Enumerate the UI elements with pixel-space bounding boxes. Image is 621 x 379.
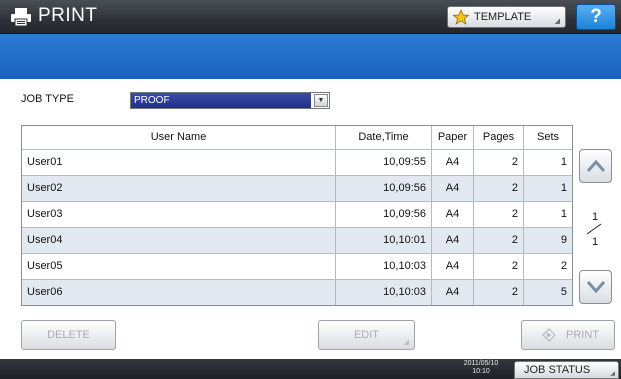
sets-cell: 1 xyxy=(523,202,572,227)
pages-cell: 2 xyxy=(473,280,523,305)
sets-cell: 2 xyxy=(523,254,572,279)
pages-cell: 2 xyxy=(473,202,523,227)
job-type-label: JOB TYPE xyxy=(21,93,74,105)
date-time-cell: 10,10:03 xyxy=(335,254,431,279)
status-time: 10:10 xyxy=(472,368,490,375)
scroll-down-button[interactable] xyxy=(579,270,612,304)
chevron-down-icon xyxy=(586,281,606,294)
job-type-select[interactable]: PROOF ▼ xyxy=(130,92,330,109)
column-header-paper: Paper xyxy=(431,126,473,149)
table-row[interactable]: User04 10,10:01 A4 2 9 xyxy=(22,227,572,253)
paper-cell: A4 xyxy=(431,228,473,253)
user-name-cell: User04 xyxy=(27,234,63,246)
date-time-cell: 10,10:01 xyxy=(335,228,431,253)
job-status-label: JOB STATUS xyxy=(524,364,591,376)
paper-cell: A4 xyxy=(431,280,473,305)
column-header-sets: Sets xyxy=(523,126,572,149)
status-date: 2011/05/10 xyxy=(463,360,499,367)
page-divider xyxy=(586,223,602,235)
pages-cell: 2 xyxy=(473,254,523,279)
column-header-pages: Pages xyxy=(473,126,523,149)
edit-label: EDIT xyxy=(353,329,380,341)
job-status-button[interactable]: JOB STATUS ◢ xyxy=(514,361,619,379)
paper-cell: A4 xyxy=(431,176,473,201)
paper-cell: A4 xyxy=(431,254,473,279)
date-time-cell: 10,09:56 xyxy=(335,202,431,227)
corner-arrow-icon: ◢ xyxy=(610,371,615,377)
paper-cell: A4 xyxy=(431,202,473,227)
scroll-up-button[interactable] xyxy=(579,149,612,183)
page-total: 1 xyxy=(592,236,599,248)
column-header-date-time: Date,Time xyxy=(335,126,431,149)
user-name-cell: User02 xyxy=(27,182,63,194)
table-row[interactable]: User05 10,10:03 A4 2 2 xyxy=(22,253,572,279)
pages-cell: 2 xyxy=(473,150,523,175)
pages-cell: 2 xyxy=(473,176,523,201)
table-row[interactable]: User06 10,10:03 A4 2 5 xyxy=(22,279,572,305)
date-time-cell: 10,10:03 xyxy=(335,280,431,305)
diamond-arrow-icon xyxy=(542,328,556,342)
star-icon xyxy=(452,9,470,25)
user-name-cell: User05 xyxy=(27,260,63,272)
message-area xyxy=(0,34,621,79)
table-row[interactable]: User02 10,09:56 A4 2 1 xyxy=(22,175,572,201)
print-button[interactable]: PRINT xyxy=(521,320,615,350)
pages-cell: 2 xyxy=(473,228,523,253)
table-row[interactable]: User01 10,09:55 A4 2 1 xyxy=(22,149,572,175)
user-name-cell: User01 xyxy=(27,156,63,168)
table-row[interactable]: User03 10,09:56 A4 2 1 xyxy=(22,201,572,227)
edit-button[interactable]: EDIT ◢ xyxy=(318,320,415,350)
sets-cell: 1 xyxy=(523,176,572,201)
table-header: User Name Date,Time Paper Pages Sets xyxy=(22,126,572,149)
column-header-user-name: User Name xyxy=(150,131,207,143)
title-bar: PRINT TEMPLATE ◢ ? xyxy=(0,0,621,34)
user-name-cell: User06 xyxy=(27,286,63,298)
date-time-cell: 10,09:55 xyxy=(335,150,431,175)
corner-arrow-icon: ◢ xyxy=(403,339,409,346)
sets-cell: 9 xyxy=(523,228,572,253)
job-type-selected-value: PROOF xyxy=(131,93,311,108)
delete-button[interactable]: DELETE xyxy=(21,320,116,350)
template-label: TEMPLATE xyxy=(474,11,532,23)
page-title: PRINT xyxy=(38,5,98,26)
sets-cell: 5 xyxy=(523,280,572,305)
chevron-up-icon xyxy=(586,159,606,172)
help-button[interactable]: ? xyxy=(576,4,616,30)
job-list-table: User Name Date,Time Paper Pages Sets Use… xyxy=(21,125,573,306)
status-datetime: 2011/05/10 10:10 xyxy=(452,360,510,376)
print-label: PRINT xyxy=(566,329,599,341)
corner-arrow-icon: ◢ xyxy=(554,18,560,25)
date-time-cell: 10,09:56 xyxy=(335,176,431,201)
user-name-cell: User03 xyxy=(27,208,63,220)
dropdown-arrow-icon[interactable]: ▼ xyxy=(314,94,328,107)
paper-cell: A4 xyxy=(431,150,473,175)
template-button[interactable]: TEMPLATE ◢ xyxy=(447,6,566,28)
sets-cell: 1 xyxy=(523,150,572,175)
printer-icon xyxy=(11,8,31,27)
